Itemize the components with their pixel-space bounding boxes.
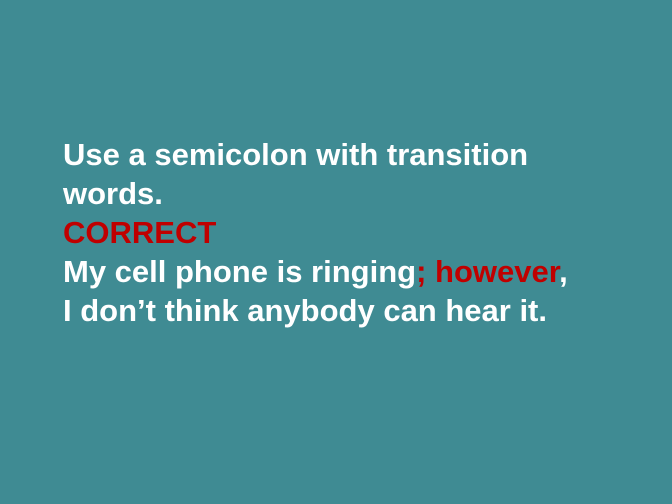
- rule-line-2: words.: [63, 176, 163, 211]
- slide-content: Use a semicolon with transition words. C…: [63, 135, 643, 330]
- slide: Use a semicolon with transition words. C…: [0, 0, 672, 504]
- example-text-part1: My cell phone is ringing: [63, 254, 417, 289]
- correct-label: CORRECT: [63, 215, 217, 250]
- example-line-1: My cell phone is ringing; however,: [63, 252, 643, 291]
- example-line-2: I don’t think anybody can hear it.: [63, 293, 547, 328]
- rule-line-1: Use a semicolon with transition: [63, 137, 529, 172]
- example-comma: ,: [559, 254, 568, 289]
- example-highlight: ; however: [416, 254, 560, 289]
